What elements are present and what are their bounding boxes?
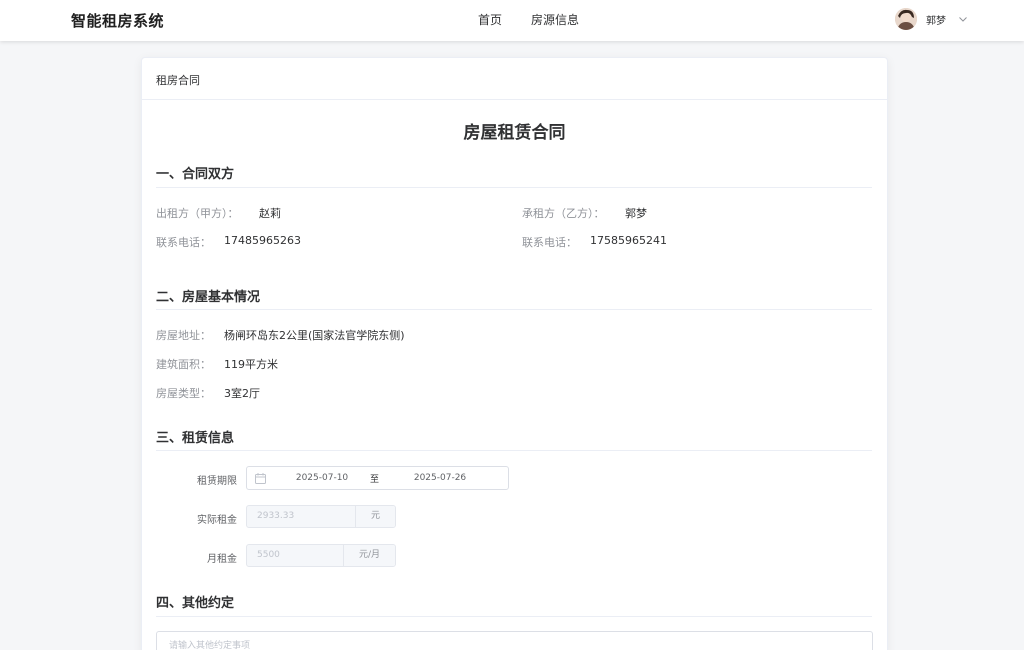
section-title-parties: 一、合同双方 xyxy=(156,167,235,182)
actual-rent-input[interactable]: 2933.33 元 xyxy=(246,505,396,528)
section-divider xyxy=(156,187,872,188)
landlord-label: 出租方（甲方）： xyxy=(156,207,239,220)
area-label: 建筑面积： xyxy=(156,358,211,371)
monthly-rent-input[interactable]: 5500 元/月 xyxy=(246,544,396,567)
top-navbar: 智能租房系统 首页 房源信息 郭梦 xyxy=(0,0,1024,41)
section-title-lease: 三、租赁信息 xyxy=(156,431,235,446)
nav-house-info[interactable]: 房源信息 xyxy=(531,11,579,28)
user-name: 郭梦 xyxy=(926,15,946,27)
chevron-down-icon[interactable] xyxy=(958,14,968,24)
other-terms-placeholder: 请输入其他约定事项 xyxy=(169,641,251,650)
house-type-label: 房屋类型： xyxy=(156,387,211,400)
monthly-rent-value: 5500 xyxy=(257,550,280,560)
card-header-title: 租房合同 xyxy=(156,74,200,87)
card-header: 租房合同 xyxy=(142,58,887,100)
app-title: 智能租房系统 xyxy=(71,12,165,30)
tenant-phone-label: 联系电话： xyxy=(522,236,577,249)
monthly-rent-label: 月租金 xyxy=(207,554,237,565)
document-title: 房屋租赁合同 xyxy=(463,123,566,143)
end-date[interactable]: 2025-07-26 xyxy=(405,473,475,483)
lease-date-range-picker[interactable]: 2025-07-10 至 2025-07-26 xyxy=(246,466,509,490)
address-value: 杨闸环岛东2公里(国家法官学院东侧) xyxy=(224,329,405,342)
landlord-phone-label: 联系电话： xyxy=(156,236,211,249)
calendar-icon xyxy=(255,473,266,484)
address-label: 房屋地址： xyxy=(156,329,211,342)
other-terms-textarea[interactable]: 请输入其他约定事项 xyxy=(156,631,873,650)
monthly-rent-unit: 元/月 xyxy=(343,545,395,566)
landlord-phone: 17485965263 xyxy=(224,234,301,247)
nav-home[interactable]: 首页 xyxy=(478,11,502,28)
avatar[interactable] xyxy=(895,8,917,30)
house-type-value: 3室2厅 xyxy=(224,387,260,400)
landlord-name: 赵莉 xyxy=(259,207,281,220)
section-divider xyxy=(156,616,872,617)
start-date[interactable]: 2025-07-10 xyxy=(292,473,352,483)
range-separator: 至 xyxy=(370,475,380,485)
section-divider xyxy=(156,309,872,310)
tenant-label: 承租方（乙方）： xyxy=(522,207,605,220)
tenant-name: 郭梦 xyxy=(625,207,647,220)
section-divider xyxy=(156,450,872,451)
section-title-other: 四、其他约定 xyxy=(156,596,235,611)
area-value: 119平方米 xyxy=(224,358,278,371)
user-menu[interactable]: 郭梦 xyxy=(895,8,968,30)
tenant-phone: 17585965241 xyxy=(590,234,667,247)
contract-card: 租房合同 房屋租赁合同 一、合同双方 出租方（甲方）： 赵莉 承租方（乙方）： … xyxy=(141,57,888,650)
actual-rent-value: 2933.33 xyxy=(257,511,295,521)
section-title-house: 二、房屋基本情况 xyxy=(156,290,261,305)
lease-period-label: 租赁期限 xyxy=(197,476,237,487)
actual-rent-label: 实际租金 xyxy=(197,515,237,526)
actual-rent-unit: 元 xyxy=(355,506,395,527)
